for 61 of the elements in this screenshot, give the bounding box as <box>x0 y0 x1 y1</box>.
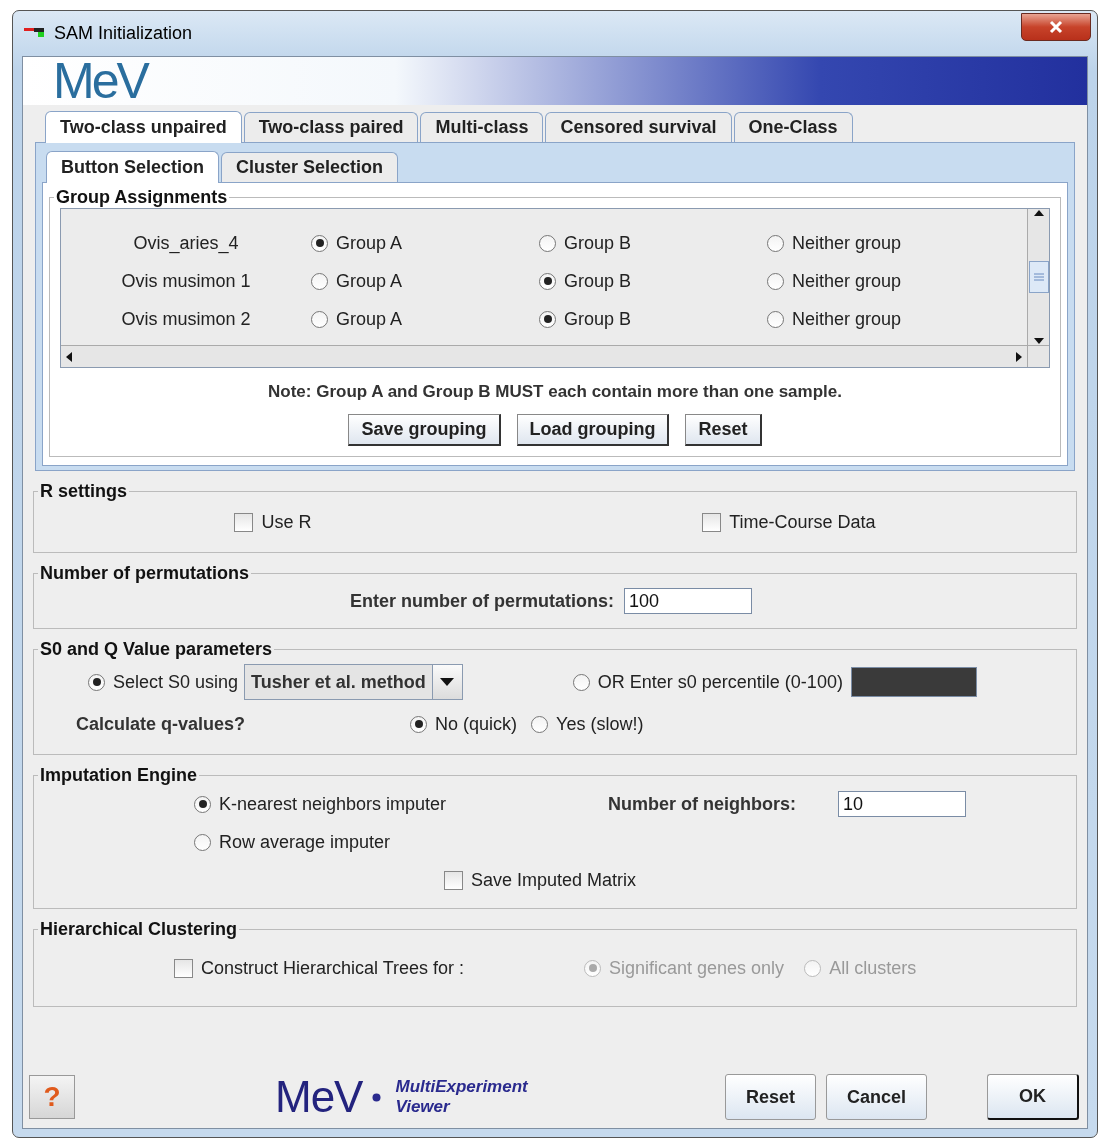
radio-button[interactable]: K-nearest neighbors imputer <box>194 793 447 815</box>
tab[interactable]: Button Selection <box>46 151 219 183</box>
checkbox[interactable]: Use R <box>234 511 312 533</box>
permutations-field[interactable]: 100 <box>624 588 752 614</box>
button[interactable]: Reset <box>685 414 762 446</box>
radio-button[interactable]: Yes (slow!) <box>531 713 644 735</box>
button[interactable]: Save grouping <box>348 414 501 446</box>
button[interactable]: Cancel <box>825 1074 927 1120</box>
section-title: S0 and Q Value parameters <box>39 639 274 660</box>
section-title: Group Assignments <box>55 187 229 208</box>
radio-button[interactable]: Group B <box>539 270 767 292</box>
radio-button[interactable]: Group B <box>539 308 767 330</box>
section-title: Hierarchical Clustering <box>39 919 239 940</box>
field-label: Calculate q-values? <box>76 713 247 735</box>
checkbox[interactable]: Construct Hierarchical Trees for : <box>174 957 465 979</box>
radio-button[interactable]: Group A <box>311 308 539 330</box>
scroll-thumb[interactable] <box>1028 261 1049 293</box>
horizontal-scrollbar[interactable] <box>61 345 1027 367</box>
radio-button[interactable]: Group A <box>311 270 539 292</box>
scroll-up-icon[interactable] <box>1033 209 1044 217</box>
vertical-scrollbar[interactable] <box>1027 209 1049 345</box>
sample-name: Ovis musimon 1 <box>120 270 252 292</box>
sample-name: Ovis_aries_4 <box>132 232 240 254</box>
scroll-left-icon[interactable] <box>65 351 73 362</box>
tab[interactable]: Two-class paired <box>243 112 419 142</box>
tab[interactable]: Two-class unpaired <box>45 111 242 143</box>
field-label: Enter number of permutations: <box>350 590 614 612</box>
section-title: R settings <box>39 481 128 502</box>
tagline: Viewer <box>395 1097 452 1117</box>
note-text: Note: Group A and Group B MUST each contain more than one sample. <box>267 382 843 402</box>
radio-button[interactable]: Neither group <box>767 232 1027 254</box>
logo: MeV <box>53 57 147 105</box>
checkbox[interactable]: Save Imputed Matrix <box>444 869 637 891</box>
radio-button[interactable]: Group A <box>311 232 539 254</box>
radio-button[interactable]: Group B <box>539 232 767 254</box>
tagline: MultiExperiment <box>395 1077 528 1097</box>
window-title: SAM Initialization <box>54 23 193 44</box>
section-title: Number of permutations <box>39 563 250 584</box>
close-icon <box>1049 20 1063 34</box>
checkbox[interactable]: Time-Course Data <box>702 511 876 533</box>
field-label: Number of neighbors: <box>608 793 796 815</box>
radio-button[interactable]: Neither group <box>767 308 1027 330</box>
button[interactable]: Load grouping <box>516 414 670 446</box>
radio-button[interactable]: Row average imputer <box>194 831 391 853</box>
tab[interactable]: Censored survival <box>545 112 732 142</box>
radio-button[interactable]: Neither group <box>767 270 1027 292</box>
section-title: Imputation Engine <box>39 765 198 786</box>
close-button[interactable] <box>1021 13 1091 41</box>
radio-button[interactable]: No (quick) <box>410 713 518 735</box>
scroll-right-icon[interactable] <box>1015 351 1023 362</box>
sample-name: Ovis musimon 2 <box>120 308 252 330</box>
method-dropdown[interactable]: Tusher et al. method <box>244 664 463 700</box>
logo: MeV <box>275 1072 363 1122</box>
app-icon <box>24 27 46 40</box>
button[interactable]: Reset <box>724 1074 816 1120</box>
button[interactable]: OK <box>987 1074 1079 1120</box>
radio-button[interactable]: Select S0 using <box>88 671 239 693</box>
tab[interactable]: Multi-class <box>420 112 544 142</box>
tab[interactable]: One-Class <box>733 112 853 142</box>
tab[interactable]: Cluster Selection <box>221 152 399 182</box>
neighbors-field[interactable]: 10 <box>838 791 966 817</box>
